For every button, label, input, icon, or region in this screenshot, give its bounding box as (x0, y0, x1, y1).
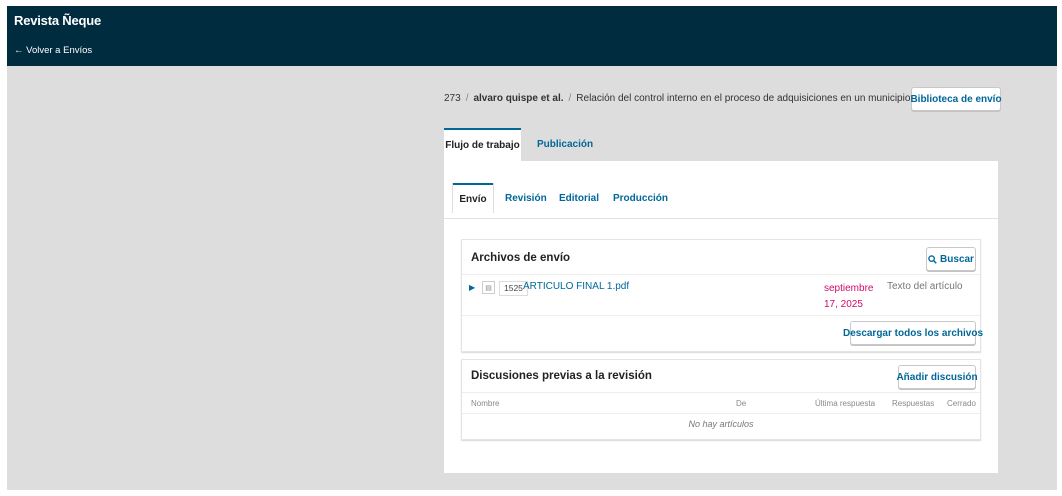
tab-workflow[interactable]: Flujo de trabajo (444, 128, 521, 161)
search-files-button[interactable]: Buscar (926, 247, 976, 271)
file-name-link[interactable]: ARTICULO FINAL 1.pdf (523, 281, 629, 292)
breadcrumb: 273/alvaro quispe et al. / Relación del co… (444, 93, 978, 104)
files-grid-title: Archivos de envío (471, 252, 571, 264)
tab-copyediting[interactable]: Editorial (559, 183, 599, 213)
file-date-line1: septiembre (824, 283, 874, 294)
column-closed: Cerrado (947, 399, 976, 408)
expand-caret-icon[interactable]: ▶ (469, 283, 475, 292)
document-icon: ▤ (482, 281, 495, 294)
breadcrumb-separator: / (568, 93, 572, 104)
site-title[interactable]: Revista Ñeque (14, 13, 101, 28)
column-from: De (736, 399, 747, 408)
discussion-column-headers: Nombre De Última respuesta Respuestas Ce… (462, 392, 980, 414)
column-name: Nombre (471, 399, 500, 408)
tab-publication[interactable]: Publicación (530, 128, 600, 161)
submission-author: alvaro quispe et al. (473, 93, 564, 104)
column-replies: Respuestas (892, 399, 935, 408)
search-button-label: Buscar (940, 253, 974, 265)
discussions-grid: Discusiones previas a la revisión Añadir… (461, 359, 981, 440)
file-date: septiembre 17, 2025 (824, 281, 874, 313)
app-frame: Revista Ñeque ← Volver a Envíos 273 / alva… (7, 6, 1057, 490)
tab-submission[interactable]: Envío (453, 183, 493, 213)
download-all-files-button[interactable]: Descargar todos los archivos (843, 321, 983, 345)
back-to-submissions-link[interactable]: ← Volver a Envíos (14, 45, 92, 56)
submission-id: 273 (444, 93, 461, 104)
tabs-divider (444, 218, 998, 219)
submission-files-grid: Archivos de envío Buscar ▶ ▤ 1525 ARTICU… (461, 239, 983, 352)
workflow-panel: Envío Revisión Editorial Producción Arch… (444, 161, 998, 473)
discussions-grid-title: Discusiones previas a la revisión (471, 370, 652, 382)
column-last-reply: Última respuesta (815, 399, 876, 408)
empty-list-message: No hay artículos (688, 419, 754, 429)
magnifier-icon (928, 254, 937, 264)
breadcrumb-separator: / (465, 93, 469, 104)
add-discussion-button[interactable]: Añadir discusión (896, 365, 978, 389)
file-genre: Texto del artículo (887, 281, 963, 292)
file-date-line2: 17, 2025 (824, 299, 863, 310)
tab-production[interactable]: Producción (613, 183, 668, 213)
submission-library-button[interactable]: Biblioteca de envío (910, 87, 1002, 111)
file-row: ▶ ▤ 1525 ARTICULO FINAL 1.pdf septiembre… (462, 274, 980, 316)
tab-review[interactable]: Revisión (505, 183, 547, 213)
top-header: Revista Ñeque ← Volver a Envíos (7, 6, 1057, 66)
